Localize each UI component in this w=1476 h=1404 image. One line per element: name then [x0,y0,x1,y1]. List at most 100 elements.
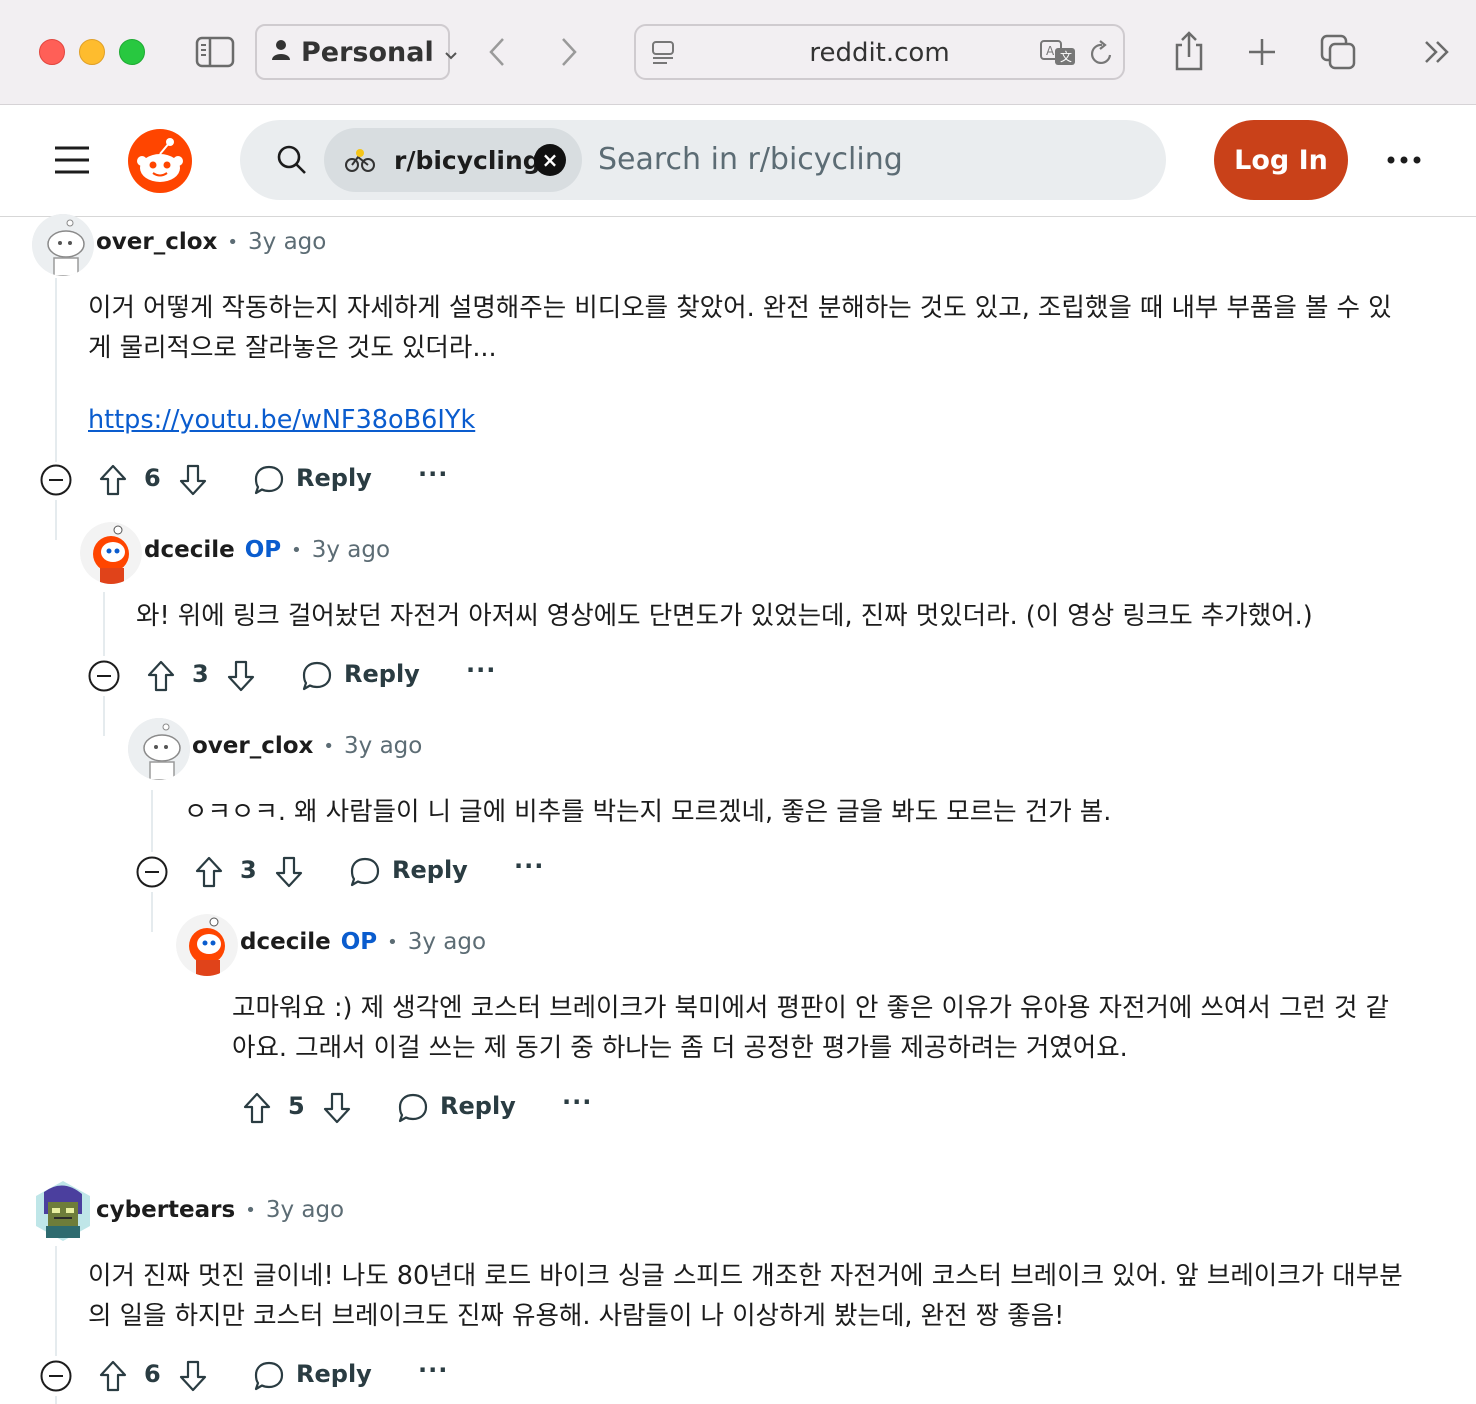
comment-actions: 3 Reply ··· [88,656,508,696]
comment-body: 와! 위에 링크 걸어놨던 자전거 아저씨 영상에도 단면도가 있었는데, 진짜… [136,596,1313,636]
login-button[interactable]: Log In [1214,120,1348,200]
reply-bubble-icon[interactable] [252,460,286,500]
separator-dot: • [291,539,302,561]
comment-author[interactable]: over_clox [192,733,313,759]
thread-line[interactable] [103,592,105,656]
share-icon[interactable] [1170,28,1208,74]
search-icon [274,142,310,178]
comment-time[interactable]: 3y ago [408,929,486,955]
comment-time[interactable]: 3y ago [344,733,422,759]
back-icon[interactable] [482,32,512,72]
comment-text-line: 의 일을 하지만 코스터 브레이크도 진짜 유용해. 사람들이 나 이상하게 봤… [88,1301,1065,1331]
person-icon [271,37,291,68]
community-filter-chip[interactable]: r/bicycling × [324,128,582,192]
browser-toolbar: Personal reddit.com A文 [0,0,1476,105]
more-actions-icon[interactable]: ··· [418,1356,448,1384]
reply-bubble-icon[interactable] [300,656,334,696]
upvote-icon[interactable] [192,852,226,892]
comment-author[interactable]: dcecile [144,537,235,563]
avatar[interactable] [32,214,94,276]
tab-overview-icon[interactable] [1318,32,1358,72]
collapse-icon[interactable] [40,1360,72,1392]
more-options-icon[interactable] [1382,145,1426,175]
comment-time[interactable]: 3y ago [312,537,390,563]
upvote-icon[interactable] [96,460,130,500]
comment-time[interactable]: 3y ago [266,1197,344,1223]
downvote-icon[interactable] [272,852,306,892]
comment-time[interactable]: 3y ago [248,229,326,255]
downvote-icon[interactable] [224,656,258,696]
profile-label: Personal [301,36,434,68]
reload-icon[interactable] [1086,38,1118,68]
search-bar[interactable]: r/bicycling × Search in r/bicycling [240,120,1166,200]
profile-switcher[interactable]: Personal [255,24,457,80]
comment-body: 이거 진짜 멋진 글이네! 나도 80년대 로드 바이크 싱글 스피드 개조한 … [88,1256,1403,1336]
comment-author[interactable]: over_clox [96,229,217,255]
comment-text-line: 고마워요 :) 제 생각엔 코스터 브레이크가 북미에서 평판이 안 좋은 이유… [232,993,1390,1023]
more-actions-icon[interactable]: ··· [514,852,544,880]
comment-header: dcecile OP • 3y ago [240,929,486,955]
community-avatar-icon [342,142,378,178]
translate-icon[interactable]: A文 [1038,38,1078,68]
comment-author[interactable]: cybertears [96,1197,235,1223]
minimize-window-button[interactable] [79,39,105,65]
vote-count: 5 [288,1092,305,1120]
reddit-header: r/bicycling × Search in r/bicycling Log … [0,105,1476,217]
comment-text-line: 이거 진짜 멋진 글이네! 나도 80년대 로드 바이크 싱글 스피드 개조한 … [88,1261,1403,1291]
downvote-icon[interactable] [320,1088,354,1128]
avatar[interactable] [128,718,190,780]
address-bar[interactable]: reddit.com A文 [634,24,1125,80]
comment-actions: 3 Reply ··· [136,852,556,892]
svg-text:文: 文 [1060,49,1072,64]
collapse-icon[interactable] [40,464,72,496]
upvote-icon[interactable] [144,656,178,696]
reply-button[interactable]: Reply [296,1360,372,1388]
thread-line[interactable] [151,790,153,852]
upvote-icon[interactable] [240,1088,274,1128]
overflow-chevrons-icon[interactable] [1420,36,1454,68]
new-tab-icon[interactable] [1244,34,1280,70]
collapse-icon[interactable] [136,856,168,888]
avatar[interactable] [80,522,142,584]
more-actions-icon[interactable]: ··· [418,460,448,488]
reply-bubble-icon[interactable] [252,1356,286,1396]
clear-community-icon[interactable]: × [534,144,566,176]
collapse-icon[interactable] [88,660,120,692]
op-badge: OP [244,537,282,563]
thread-line[interactable] [55,1396,57,1404]
reply-button[interactable]: Reply [344,660,420,688]
reply-bubble-icon[interactable] [396,1088,430,1128]
forward-icon[interactable] [554,32,584,72]
reply-button[interactable]: Reply [440,1092,516,1120]
search-placeholder[interactable]: Search in r/bicycling [598,142,903,177]
thread-line[interactable] [55,1246,57,1356]
upvote-icon[interactable] [96,1356,130,1396]
close-window-button[interactable] [39,39,65,65]
comment-body: 고마워요 :) 제 생각엔 코스터 브레이크가 북미에서 평판이 안 좋은 이유… [232,988,1389,1068]
sidebar-toggle-icon[interactable] [193,32,237,72]
reddit-logo-icon[interactable] [126,127,194,195]
downvote-icon[interactable] [176,1356,210,1396]
downvote-icon[interactable] [176,460,210,500]
reply-button[interactable]: Reply [296,464,372,492]
hamburger-menu-icon[interactable] [50,141,94,179]
more-actions-icon[interactable]: ··· [466,656,496,684]
reply-button[interactable]: Reply [392,856,468,884]
avatar[interactable] [32,1180,94,1242]
video-link[interactable]: https://youtu.be/wNF38oB6IYk [88,405,475,435]
comment-text-line: 와! 위에 링크 걸어놨던 자전거 아저씨 영상에도 단면도가 있었는데, 진짜… [136,601,1313,631]
vote-count: 6 [144,1360,161,1388]
thread-line[interactable] [55,500,57,540]
thread-line[interactable] [55,278,57,462]
thread-line[interactable] [151,892,153,932]
avatar[interactable] [176,914,238,976]
thread-line[interactable] [103,696,105,736]
comment-header: over_clox • 3y ago [96,229,326,255]
comment-author[interactable]: dcecile [240,929,331,955]
zoom-window-button[interactable] [119,39,145,65]
comment-body: 이거 어떻게 작동하는지 자세하게 설명해주는 비디오를 찾았어. 완전 분해하… [88,288,1392,440]
comment-actions: 5 Reply ··· [240,1088,620,1128]
separator-dot: • [323,735,335,757]
reply-bubble-icon[interactable] [348,852,382,892]
more-actions-icon[interactable]: ··· [562,1088,592,1116]
